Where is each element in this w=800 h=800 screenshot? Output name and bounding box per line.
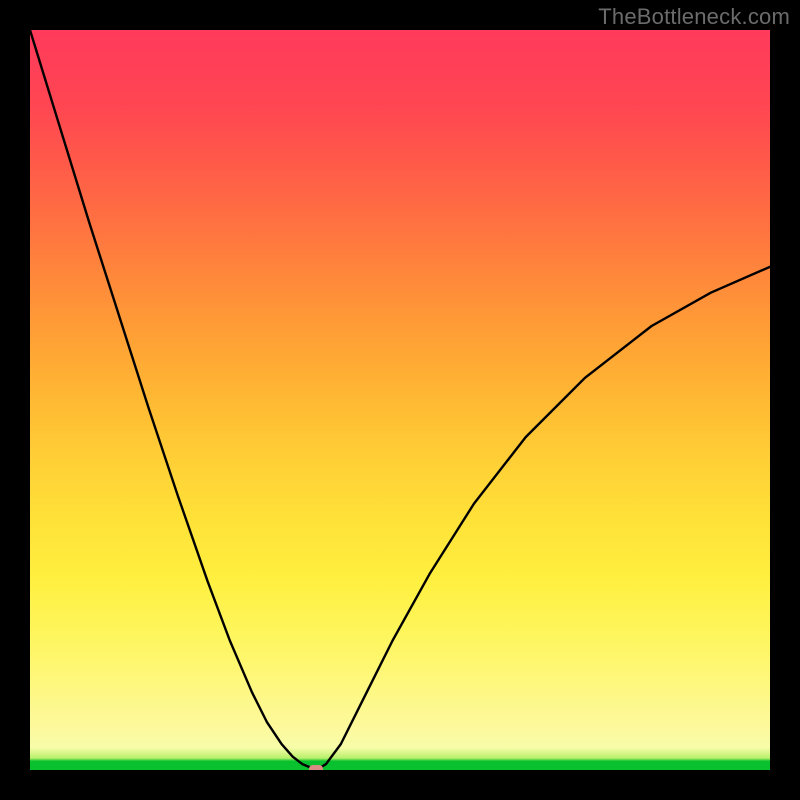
bottleneck-curve <box>30 30 770 770</box>
minimum-marker <box>309 765 323 770</box>
watermark-text: TheBottleneck.com <box>598 4 790 30</box>
plot-area <box>30 30 770 770</box>
chart-frame: TheBottleneck.com <box>0 0 800 800</box>
